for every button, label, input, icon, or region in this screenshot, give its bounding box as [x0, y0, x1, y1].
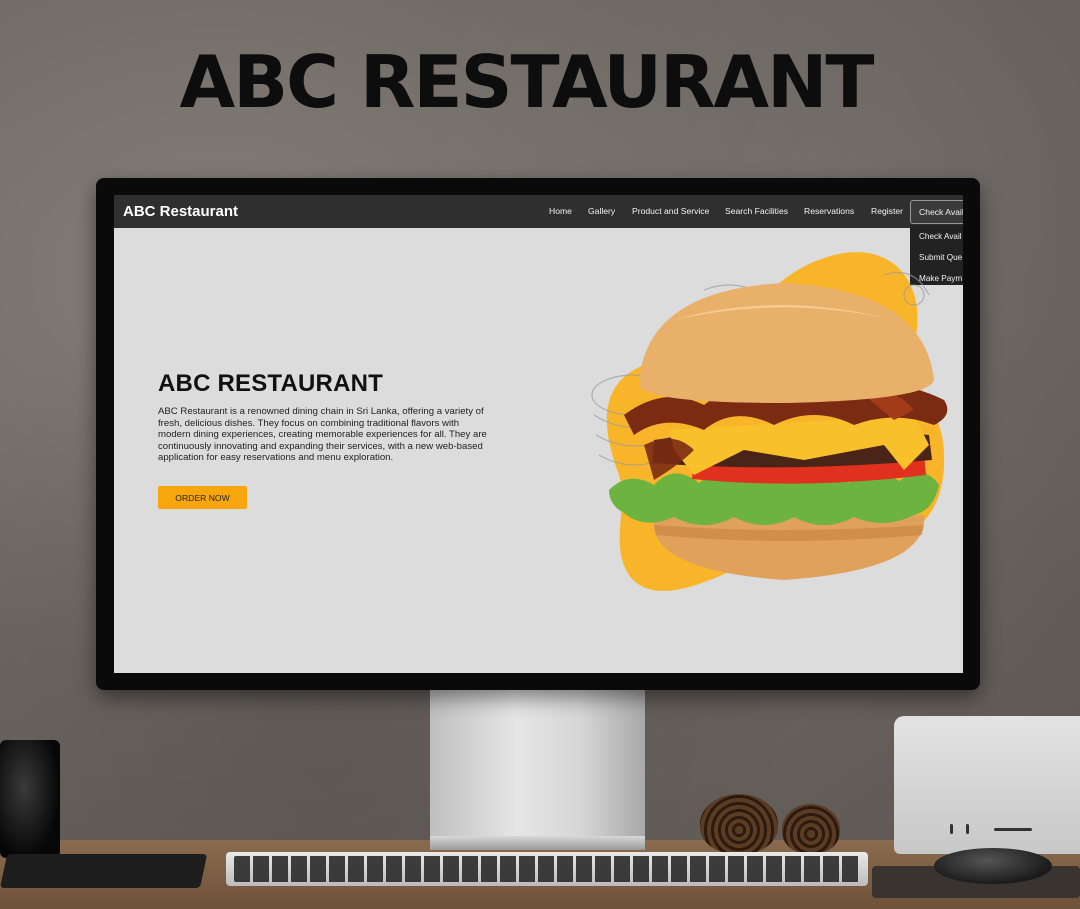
nav-register[interactable]: Register [871, 206, 903, 216]
tablet [0, 854, 208, 888]
keyboard [226, 852, 868, 886]
speaker [0, 740, 60, 858]
monitor-stand [430, 690, 645, 840]
navbar: ABC Restaurant Home Gallery Product and … [114, 195, 963, 228]
hero-title: ABC RESTAURANT [158, 370, 384, 397]
nav-reservations[interactable]: Reservations [804, 206, 854, 216]
order-now-button[interactable]: ORDER NOW [158, 486, 247, 509]
desktop-computer [894, 716, 1080, 854]
hero-description: ABC Restaurant is a renowned dining chai… [158, 406, 487, 464]
pinecone-decoration [700, 794, 778, 854]
nav-home[interactable]: Home [549, 206, 572, 216]
nav-gallery[interactable]: Gallery [588, 206, 615, 216]
pinecone-decoration [782, 804, 840, 854]
nav-search-facilities[interactable]: Search Facilities [725, 206, 788, 216]
monitor-stand-foot [430, 836, 645, 850]
website-screen: ABC Restaurant Home Gallery Product and … [114, 195, 963, 673]
nav-product-and-service[interactable]: Product and Service [632, 206, 709, 216]
poster-title: ABC RESTAURANT [179, 40, 874, 124]
burger-image [591, 252, 948, 591]
mouse [934, 848, 1052, 884]
nav-check-availability[interactable]: Check Avail [910, 200, 963, 224]
site-brand[interactable]: ABC Restaurant [123, 203, 238, 220]
monitor: ABC Restaurant Home Gallery Product and … [96, 178, 980, 690]
